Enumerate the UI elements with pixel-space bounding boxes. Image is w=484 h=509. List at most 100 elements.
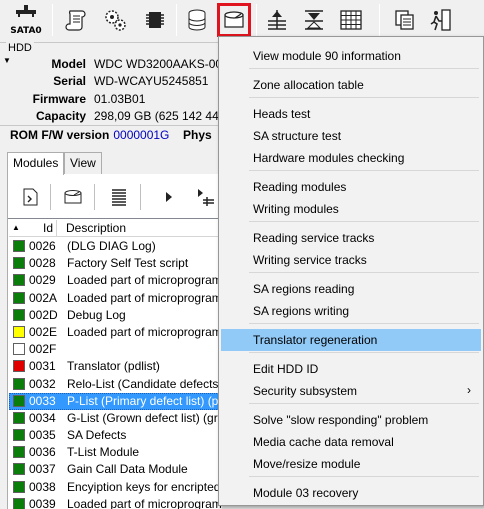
module-id: 0037: [29, 462, 56, 477]
modules-grid: ▲ Id Description 0026 (DLG DIAG Log) 0028…: [8, 218, 223, 509]
module-description: Loaded part of microprogram: [67, 273, 222, 288]
column-header-description[interactable]: Description: [57, 220, 223, 237]
tab-view[interactable]: View: [64, 152, 102, 174]
read-module-icon: [23, 188, 38, 206]
sata-port-label: SATA0: [10, 26, 42, 36]
module-description: SA Defects: [67, 428, 127, 443]
module-description: Debug Log: [67, 307, 126, 322]
module-description: Loaded part of microprogram: [67, 496, 222, 509]
exit-button[interactable]: [424, 3, 458, 37]
table-row[interactable]: 002A Loaded part of microprogram: [9, 290, 223, 307]
gears-icon: [105, 10, 126, 31]
script-button[interactable]: [60, 3, 94, 37]
serial-value: WD-WCAYU5245851: [94, 74, 209, 88]
module-status-swatch: [13, 257, 25, 270]
heads-icon: [268, 10, 286, 30]
menu-item[interactable]: Heads test: [221, 103, 481, 125]
chip-button[interactable]: [138, 3, 172, 37]
hdd-read-button[interactable]: [60, 184, 86, 210]
table-row[interactable]: 002E Loaded part of microprogram: [9, 324, 223, 341]
table-row[interactable]: 0033 P-List (Primary defect list) (p: [9, 392, 223, 410]
menu-item[interactable]: Media cache data removal: [221, 431, 481, 453]
read-module-button[interactable]: [17, 184, 43, 210]
grid-header: ▲ Id Description: [9, 220, 223, 237]
table-row[interactable]: 0034 G-List (Grown defect list) (gr: [9, 410, 223, 427]
firmware-row: Firmware 01.03B01: [0, 92, 230, 109]
sort-up-icon: ▲: [12, 223, 20, 232]
step-button[interactable]: [190, 184, 216, 210]
menu-item-label: Solve "slow responding" problem: [253, 413, 429, 427]
menu-item[interactable]: View module 90 information: [221, 45, 481, 67]
main-toolbar: SATA0: [0, 0, 484, 40]
firmware-value: 01.03B01: [94, 92, 146, 106]
menu-item[interactable]: Reading service tracks: [221, 227, 481, 249]
menu-separator: [249, 352, 479, 353]
table-row[interactable]: 0031 Translator (pdlist): [9, 358, 223, 375]
toolbar-separator: [176, 4, 177, 36]
module-description: Encyiption keys for encripted: [67, 479, 221, 494]
menu-separator: [249, 323, 479, 324]
menu-item[interactable]: Writing modules: [221, 198, 481, 220]
menu-item[interactable]: Reading modules: [221, 176, 481, 198]
run-button[interactable]: [156, 184, 182, 210]
menu-separator: [249, 272, 479, 273]
play-icon: [166, 192, 172, 202]
settings-button[interactable]: [98, 3, 132, 37]
menu-item[interactable]: Translator regeneration: [221, 329, 481, 351]
menu-item[interactable]: Zone allocation table: [221, 74, 481, 96]
column-header-id[interactable]: ▲ Id: [9, 220, 57, 237]
table-row[interactable]: 002D Debug Log: [9, 307, 223, 324]
table-row[interactable]: 002F: [9, 341, 223, 358]
table-row[interactable]: 0035 SA Defects: [9, 427, 223, 444]
serial-label: Serial: [53, 74, 86, 88]
firmware-label: Firmware: [32, 92, 86, 106]
table-row[interactable]: 0039 Loaded part of microprogram: [9, 496, 223, 509]
tools-button[interactable]: [180, 3, 214, 37]
copy-button[interactable]: [388, 3, 422, 37]
step-icon: [198, 189, 214, 206]
table-row[interactable]: 0037 Gain Call Data Module: [9, 461, 223, 478]
module-description: Gain Call Data Module: [67, 462, 188, 477]
module-id: 0034: [29, 410, 56, 425]
heads-button[interactable]: [260, 3, 294, 37]
menu-item[interactable]: Security subsystem ›: [221, 380, 481, 402]
menu-item[interactable]: SA regions writing: [221, 300, 481, 322]
table-row[interactable]: 0026 (DLG DIAG Log): [9, 238, 223, 255]
menu-item[interactable]: Hardware modules checking: [221, 147, 481, 169]
sata-port-button[interactable]: SATA0: [4, 3, 48, 37]
table-row[interactable]: 0036 T-List Module: [9, 444, 223, 461]
menu-separator: [249, 403, 479, 404]
module-description: (DLG DIAG Log): [67, 239, 156, 253]
menu-separator: [249, 476, 479, 477]
toolbar-separator: [50, 184, 51, 210]
toolbar-separator: [52, 4, 53, 36]
menu-item[interactable]: Move/resize module: [221, 453, 481, 475]
table-row[interactable]: 0028 Factory Self Test script: [9, 255, 223, 272]
module-status-swatch: [13, 325, 25, 338]
module-id: 0038: [29, 479, 56, 494]
menu-item-label: Reading service tracks: [253, 231, 375, 245]
menu-item[interactable]: SA regions reading: [221, 278, 481, 300]
menu-item-label: SA regions reading: [253, 282, 355, 296]
module-id: 0032: [29, 376, 56, 391]
tab-modules[interactable]: Modules: [7, 152, 65, 175]
module-id: 0033: [29, 393, 56, 408]
table-row[interactable]: 0038 Encyiption keys for encripted: [9, 479, 223, 496]
model-value: WDC WD3200AAKS-00U: [94, 57, 231, 71]
menu-item[interactable]: Module 03 recovery: [221, 482, 481, 504]
menu-item[interactable]: Writing service tracks: [221, 249, 481, 271]
grid-button[interactable]: [334, 3, 368, 37]
table-row[interactable]: 0032 Relo-List (Candidate defects): [9, 376, 223, 393]
hdd-button[interactable]: [217, 3, 251, 37]
module-description: G-List (Grown defect list) (gr: [67, 410, 218, 425]
hdd-panel-title: HDD: [6, 42, 34, 54]
list-button[interactable]: [106, 184, 132, 210]
menu-item[interactable]: SA structure test: [221, 125, 481, 147]
table-row[interactable]: 0029 Loaded part of microprogram: [9, 272, 223, 289]
rom-version-label: ROM F/W version: [10, 128, 110, 142]
menu-item[interactable]: Edit HDD ID: [221, 358, 481, 380]
funnel-button[interactable]: [297, 3, 331, 37]
context-menu: View module 90 information Zone allocatio…: [218, 36, 484, 506]
menu-item[interactable]: Solve "slow responding" problem: [221, 409, 481, 431]
modules-panel: ▲ Id Description 0026 (DLG DIAG Log) 0028…: [7, 174, 223, 509]
